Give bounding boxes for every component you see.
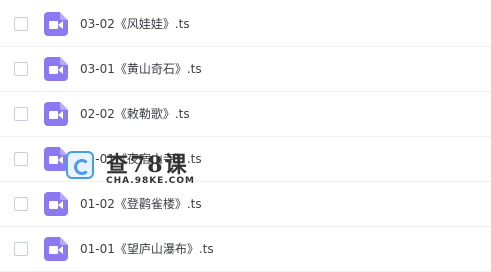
video-file-icon: [44, 12, 68, 36]
file-name[interactable]: 03-01《黄山奇石》.ts: [80, 61, 202, 77]
select-checkbox[interactable]: [14, 107, 28, 121]
video-file-icon: [44, 237, 68, 261]
file-row[interactable]: 02-02《敕勒歌》.ts: [0, 92, 491, 137]
watermark-title: 查78课: [106, 152, 189, 178]
file-name[interactable]: 01-01《望庐山瀑布》.ts: [80, 241, 214, 257]
video-file-icon: [44, 102, 68, 126]
watermark: 查78课 CHA.98KE.COM: [66, 146, 206, 190]
video-file-icon: [44, 147, 68, 171]
watermark-logo-icon: [66, 151, 94, 179]
video-file-icon: [44, 57, 68, 81]
select-checkbox[interactable]: [14, 152, 28, 166]
select-checkbox[interactable]: [14, 197, 28, 211]
file-row[interactable]: 01-01《望庐山瀑布》.ts: [0, 227, 491, 272]
file-name[interactable]: 01-02《登鹳雀楼》.ts: [80, 196, 202, 212]
select-checkbox[interactable]: [14, 62, 28, 76]
file-list: 03-02《风娃娃》.ts 03-01《黄山奇石》.ts 02-02《敕勒歌》.…: [0, 0, 491, 272]
select-checkbox[interactable]: [14, 242, 28, 256]
select-checkbox[interactable]: [14, 17, 28, 31]
video-file-icon: [44, 192, 68, 216]
file-name[interactable]: 03-02《风娃娃》.ts: [80, 16, 190, 32]
file-row[interactable]: 03-02《风娃娃》.ts: [0, 2, 491, 47]
watermark-subtitle: CHA.98KE.COM: [106, 176, 195, 186]
file-row[interactable]: 03-01《黄山奇石》.ts: [0, 47, 491, 92]
file-name[interactable]: 02-02《敕勒歌》.ts: [80, 106, 190, 122]
